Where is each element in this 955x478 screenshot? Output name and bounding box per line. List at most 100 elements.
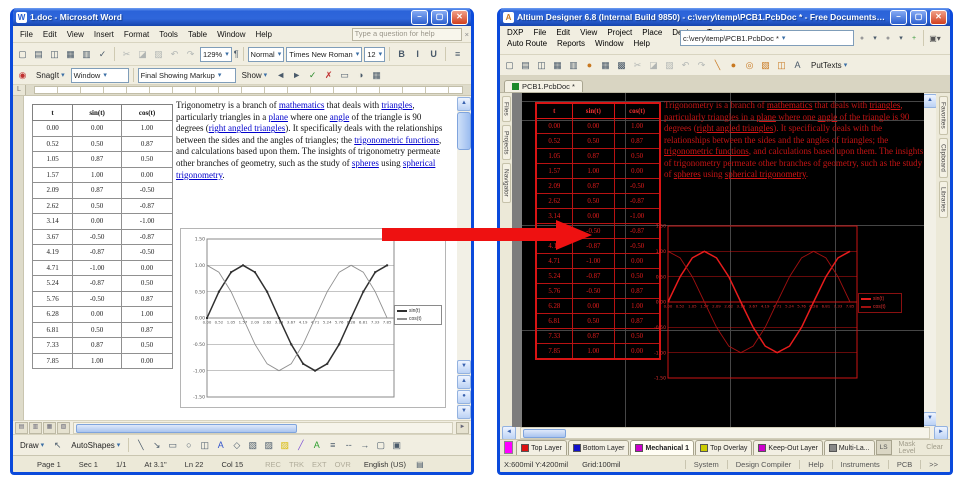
layer-tab-bottom-layer[interactable]: Bottom Layer xyxy=(568,440,630,455)
pcb-trigonometry-paragraph[interactable]: Trigonometry is a branch of mathematics … xyxy=(664,100,924,181)
hyperlink[interactable]: spherical trigonometry xyxy=(725,169,806,179)
mode-ext[interactable]: EXT xyxy=(308,460,331,469)
table-cell[interactable]: 0.87 xyxy=(122,291,173,307)
threed-icon[interactable]: ▣ xyxy=(389,438,404,453)
autoshapes-menu-button[interactable]: AutoShapes▾ xyxy=(67,440,124,451)
previous-page-icon[interactable]: ▲ xyxy=(457,375,471,389)
layer-tab-keep-out-layer[interactable]: Keep-Out Layer xyxy=(753,440,822,455)
table-cell[interactable]: 7.33 xyxy=(536,329,572,344)
cut-icon[interactable]: ✂ xyxy=(119,47,134,62)
hyperlink[interactable]: mathematics xyxy=(767,100,812,110)
scroll-up-icon[interactable]: ▲ xyxy=(923,94,937,108)
hscroll-right-icon[interactable]: ► xyxy=(456,422,469,434)
rectangle-icon[interactable]: ▭ xyxy=(165,438,180,453)
right-panel-tab-libraries[interactable]: Libraries xyxy=(939,181,948,218)
table-cell[interactable]: 3.14 xyxy=(33,214,73,230)
accept-change-icon[interactable]: ✓ xyxy=(305,68,320,83)
style-combo[interactable]: Normal▾ xyxy=(248,47,285,62)
place-string-icon[interactable]: A xyxy=(790,58,805,73)
hyperlink[interactable]: angle xyxy=(330,112,350,122)
place-via-icon[interactable]: ◎ xyxy=(742,58,757,73)
word-menu-edit[interactable]: Edit xyxy=(38,29,62,40)
table-header[interactable]: t xyxy=(33,105,73,121)
table-cell[interactable]: 0.50 xyxy=(73,322,122,338)
show-menu-button[interactable]: Show▾ xyxy=(238,70,272,81)
align-left-icon[interactable]: ≡ xyxy=(450,47,465,62)
scroll-thumb[interactable] xyxy=(457,112,471,150)
pcb-chart-object[interactable]: 1.501.000.500.00-0.50-1.00-1.500.000.521… xyxy=(646,221,902,391)
altium-menu-project[interactable]: Project xyxy=(602,27,637,38)
table-cell[interactable]: 5.24 xyxy=(33,276,73,292)
table-cell[interactable]: 0.50 xyxy=(122,338,173,354)
hyperlink[interactable]: triangles xyxy=(869,100,900,110)
hyperlink[interactable]: trigonometric functions xyxy=(664,146,749,156)
table-cell[interactable]: 6.28 xyxy=(33,307,73,323)
reject-change-icon[interactable]: ✗ xyxy=(321,68,336,83)
altium-menu-auto-route[interactable]: Auto Route xyxy=(502,38,552,49)
clear-button[interactable]: Clear xyxy=(921,440,948,455)
font-color-icon[interactable]: A xyxy=(309,438,324,453)
text-box-icon[interactable]: ◫ xyxy=(197,438,212,453)
panel-button-design-compiler[interactable]: Design Compiler xyxy=(727,460,799,469)
reviewing-pane-icon[interactable]: ▦ xyxy=(369,68,384,83)
picture-icon[interactable]: ▨ xyxy=(261,438,276,453)
trigonometry-paragraph[interactable]: Trigonometry is a branch of mathematics … xyxy=(176,100,446,181)
hyperlink[interactable]: right angled triangles xyxy=(697,123,773,133)
table-cell[interactable]: -0.87 xyxy=(122,229,173,245)
table-header[interactable]: t xyxy=(536,103,572,119)
mode-trk[interactable]: TRK xyxy=(285,460,308,469)
hyperlink[interactable]: trigonometric functions xyxy=(354,135,439,145)
scroll-down-icon[interactable]: ▼ xyxy=(923,412,937,426)
copy-icon[interactable]: ◪ xyxy=(135,47,150,62)
cut-icon[interactable]: ✂ xyxy=(630,58,645,73)
table-cell[interactable]: 0.50 xyxy=(572,134,614,149)
grid-icon[interactable]: ▦ xyxy=(598,58,613,73)
table-cell[interactable]: 1.00 xyxy=(73,353,122,369)
table-cell[interactable]: 0.87 xyxy=(572,329,614,344)
paste-icon[interactable]: ▨ xyxy=(151,47,166,62)
table-cell[interactable]: -1.00 xyxy=(73,260,122,276)
pcb-horizontal-scrollbar[interactable]: ◄ ► xyxy=(500,427,950,439)
table-cell[interactable]: 0.00 xyxy=(73,214,122,230)
redo-icon[interactable]: ↷ xyxy=(183,47,198,62)
panel-button-instruments[interactable]: Instruments xyxy=(832,460,888,469)
table-cell[interactable]: 1.00 xyxy=(615,119,660,134)
back-icon[interactable]: ● xyxy=(856,32,868,44)
back-dropdown-icon[interactable]: ▾ xyxy=(869,32,881,44)
bold-icon[interactable]: B xyxy=(394,47,409,62)
scroll-down-icon[interactable]: ▼ xyxy=(457,360,471,374)
altium-menu-window[interactable]: Window xyxy=(590,38,628,49)
pcb-editor-canvas[interactable]: tsin(t)cos(t)0.000.001.000.520.500.871.0… xyxy=(512,93,924,427)
table-cell[interactable]: 0.87 xyxy=(73,152,122,168)
table-cell[interactable]: 2.62 xyxy=(536,194,572,209)
line-color-icon[interactable]: ╱ xyxy=(293,438,308,453)
right-panel-tab-clipboard[interactable]: Clipboard xyxy=(939,138,948,178)
table-cell[interactable]: 7.85 xyxy=(33,353,73,369)
horizontal-ruler[interactable] xyxy=(34,86,463,94)
table-cell[interactable]: -0.87 xyxy=(572,269,614,284)
table-cell[interactable]: 1.00 xyxy=(572,344,614,360)
table-cell[interactable]: 0.52 xyxy=(536,134,572,149)
table-cell[interactable]: -1.00 xyxy=(572,254,614,269)
underline-icon[interactable]: U xyxy=(426,47,441,62)
table-cell[interactable]: 0.00 xyxy=(615,164,660,179)
table-cell[interactable]: 0.00 xyxy=(572,299,614,314)
table-cell[interactable]: 5.76 xyxy=(536,284,572,299)
snagit-window-combo[interactable]: Window▾ xyxy=(71,68,129,83)
fit-board-icon[interactable]: ● xyxy=(582,58,597,73)
left-panel-tab-files[interactable]: Files xyxy=(502,96,511,122)
select-browse-object-icon[interactable]: ● xyxy=(457,390,471,404)
arrow-icon[interactable]: ↘ xyxy=(149,438,164,453)
hyperlink[interactable]: right angled triangles xyxy=(209,123,285,133)
table-cell[interactable]: 0.00 xyxy=(73,307,122,323)
altium-menu-edit[interactable]: Edit xyxy=(551,27,575,38)
menubar-close-icon[interactable]: × xyxy=(465,30,469,39)
table-cell[interactable]: 4.19 xyxy=(33,245,73,261)
tab-pcb1-pcbdoc[interactable]: PCB1.PcbDoc * xyxy=(504,80,583,92)
table-cell[interactable]: 6.81 xyxy=(33,322,73,338)
word-menu-format[interactable]: Format xyxy=(119,29,154,40)
table-cell[interactable]: 2.62 xyxy=(33,198,73,214)
wordart-icon[interactable]: A xyxy=(213,438,228,453)
table-cell[interactable]: 0.50 xyxy=(122,152,173,168)
panel-button-[interactable]: >> xyxy=(920,460,946,469)
